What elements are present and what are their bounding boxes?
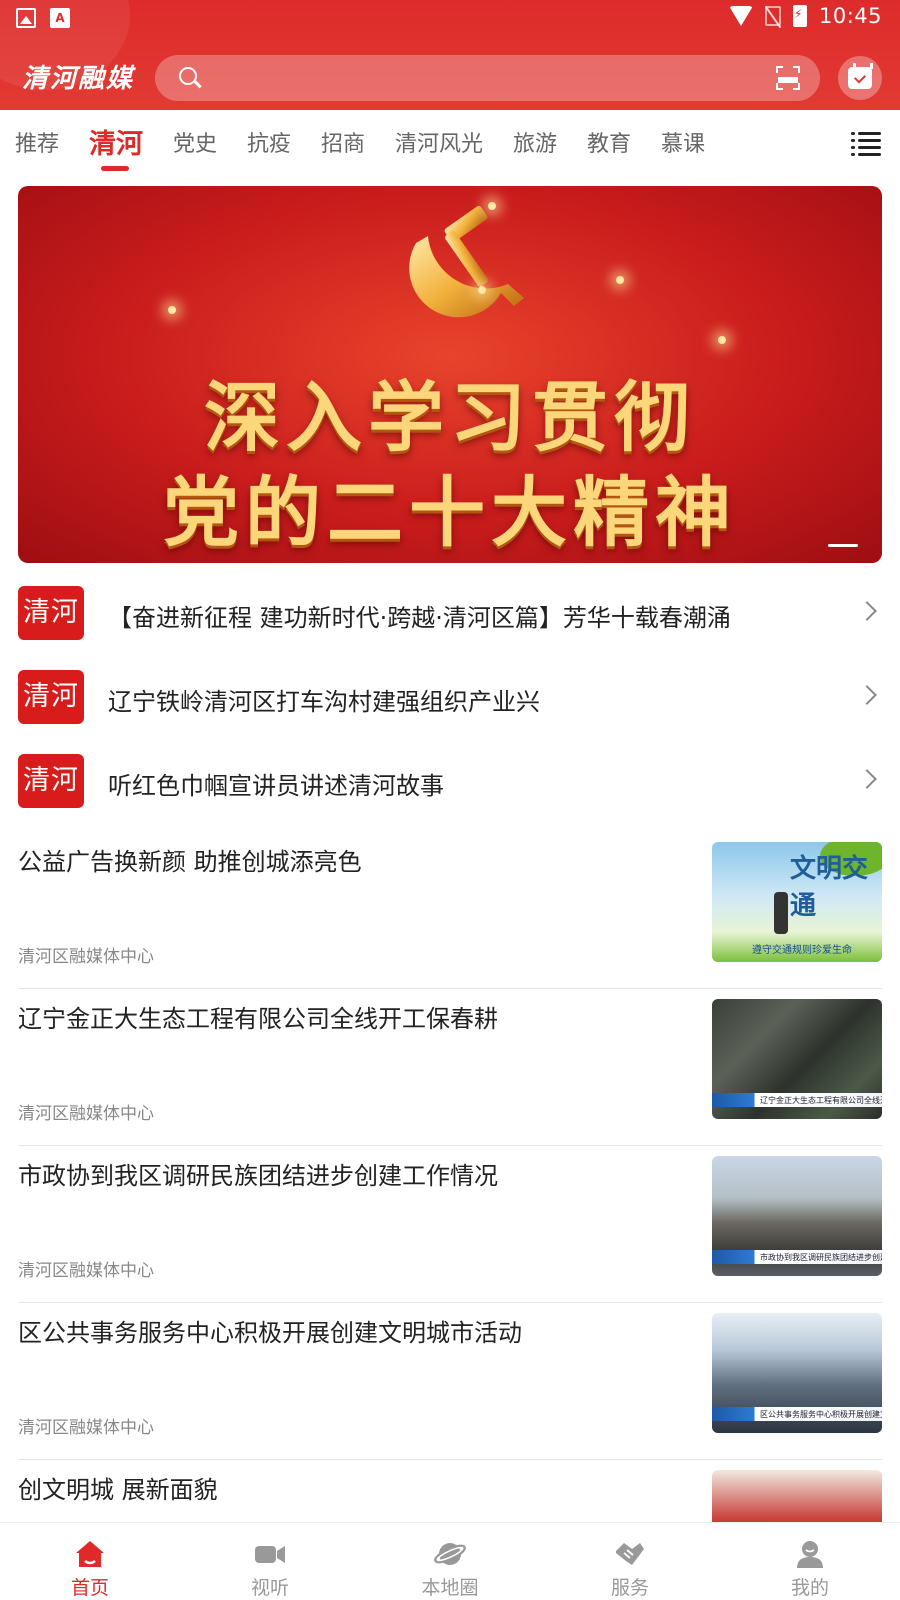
headline-item[interactable]: 清河 【奋进新征程 建功新时代·跨越·清河区篇】芳华十载春潮涌 bbox=[18, 586, 882, 652]
chevron-right-icon bbox=[857, 601, 877, 621]
calendar-button[interactable] bbox=[838, 56, 882, 100]
nav-label: 服务 bbox=[610, 1577, 649, 1599]
nav-label: 视听 bbox=[250, 1577, 289, 1599]
banner-headline-2: 党的二十大精神 bbox=[163, 468, 737, 557]
channel-menu-icon[interactable] bbox=[851, 130, 881, 156]
handshake-icon bbox=[616, 1543, 644, 1565]
user-icon bbox=[797, 1541, 823, 1568]
sparkle bbox=[616, 276, 624, 284]
qinghe-badge: 清河 bbox=[18, 586, 84, 640]
tab-qinghe[interactable]: 清河 bbox=[89, 122, 143, 161]
scan-icon[interactable] bbox=[776, 66, 800, 90]
search-input[interactable] bbox=[211, 63, 751, 93]
news-list-item[interactable]: 辽宁金正大生态工程有限公司全线开工保春耕 清河区融媒体中心 辽宁金正大生态工程有… bbox=[18, 989, 882, 1146]
news-title: 市政协到我区调研民族团结进步创建工作情况 bbox=[18, 1162, 498, 1190]
tv-caption-bar: 辽宁金正大生态工程有限公司全线开工保春耕 bbox=[712, 1093, 882, 1107]
sparkle bbox=[718, 336, 726, 344]
tab-tourism[interactable]: 旅游 bbox=[513, 126, 557, 158]
carousel-indicator bbox=[828, 544, 858, 547]
traffic-light-icon bbox=[774, 892, 788, 934]
status-time: 10:45 bbox=[818, 4, 882, 28]
battery-charging-icon bbox=[792, 5, 807, 27]
sparkle bbox=[478, 286, 486, 294]
gallery-notification-icon bbox=[16, 8, 36, 28]
headline-item[interactable]: 清河 听红色巾帼宣讲员讲述清河故事 bbox=[18, 754, 882, 820]
video-camera-icon bbox=[255, 1546, 285, 1563]
app-header: A 10:45 清河融媒 bbox=[0, 0, 900, 110]
document-notification-icon: A bbox=[50, 8, 70, 28]
hammer-sickle-emblem-icon bbox=[409, 206, 524, 318]
tv-caption-bar: 市政协到我区调研民族团结进步创建工作情况 bbox=[712, 1250, 882, 1264]
news-source: 清河区融媒体中心 bbox=[18, 947, 154, 967]
promo-banner[interactable]: 深入学习贯彻 党的二十大精神 bbox=[18, 186, 882, 563]
tab-anti-epidemic[interactable]: 抗疫 bbox=[247, 126, 291, 158]
headline-item[interactable]: 清河 辽宁铁岭清河区打车沟村建强组织产业兴 bbox=[18, 670, 882, 736]
thumbnail-caption: 市政协到我区调研民族团结进步创建工作情况 bbox=[760, 1253, 882, 1262]
headline-title: 听红色巾帼宣讲员讲述清河故事 bbox=[108, 772, 444, 800]
news-title: 创文明城 展新面貌 bbox=[18, 1476, 218, 1504]
tab-scenery[interactable]: 清河风光 bbox=[395, 126, 483, 158]
category-tabs: 推荐 清河 党史 抗疫 招商 清河风光 旅游 教育 慕课 bbox=[0, 110, 900, 176]
chevron-right-icon bbox=[857, 685, 877, 705]
tab-investment[interactable]: 招商 bbox=[321, 126, 365, 158]
nav-label: 首页 bbox=[70, 1577, 109, 1599]
nav-local[interactable]: 本地圈 bbox=[360, 1523, 540, 1600]
nav-label: 本地圈 bbox=[421, 1577, 479, 1599]
tab-mooc[interactable]: 慕课 bbox=[661, 126, 705, 158]
news-title: 辽宁金正大生态工程有限公司全线开工保春耕 bbox=[18, 1005, 498, 1033]
wifi-icon bbox=[728, 6, 753, 26]
news-thumbnail: 市政协到我区调研民族团结进步创建工作情况 bbox=[712, 1156, 882, 1276]
bottom-navigation: 首页 视听 本地圈 服务 我的 bbox=[0, 1522, 900, 1600]
news-source: 清河区融媒体中心 bbox=[18, 1104, 154, 1124]
no-sim-icon bbox=[764, 6, 781, 26]
headline-title: 【奋进新征程 建功新时代·跨越·清河区篇】芳华十载春潮涌 bbox=[108, 604, 731, 632]
thumbnail-caption: 区公共事务服务中心积极开展创建文明城市活动 bbox=[760, 1410, 882, 1419]
sparkle bbox=[168, 306, 176, 314]
active-tab-indicator bbox=[101, 166, 129, 171]
news-source: 清河区融媒体中心 bbox=[18, 1418, 154, 1438]
nav-label: 我的 bbox=[790, 1577, 829, 1599]
tab-party-history[interactable]: 党史 bbox=[173, 126, 217, 158]
banner-headline-1: 深入学习贯彻 bbox=[204, 373, 696, 462]
thumbnail-caption: 辽宁金正大生态工程有限公司全线开工保春耕 bbox=[760, 1096, 882, 1105]
nav-video[interactable]: 视听 bbox=[180, 1523, 360, 1600]
news-list-item[interactable]: 市政协到我区调研民族团结进步创建工作情况 清河区融媒体中心 市政协到我区调研民族… bbox=[18, 1146, 882, 1303]
thumbnail-heading: 文明交通 bbox=[790, 854, 869, 921]
news-title: 区公共事务服务中心积极开展创建文明城市活动 bbox=[18, 1319, 522, 1347]
headline-title: 辽宁铁岭清河区打车沟村建强组织产业兴 bbox=[108, 688, 540, 716]
thumbnail-caption: 遵守交通规则珍爱生命 bbox=[752, 945, 852, 956]
news-thumbnail: 文明交通 遵守交通规则珍爱生命 bbox=[712, 842, 882, 962]
search-icon bbox=[179, 67, 197, 85]
qinghe-badge: 清河 bbox=[18, 754, 84, 808]
nav-services[interactable]: 服务 bbox=[540, 1523, 720, 1600]
nav-home[interactable]: 首页 bbox=[0, 1523, 180, 1600]
search-bar[interactable] bbox=[155, 55, 820, 101]
news-list-item[interactable]: 公益广告换新颜 助推创城添亮色 清河区融媒体中心 文明交通 遵守交通规则珍爱生命 bbox=[18, 832, 882, 989]
news-title: 公益广告换新颜 助推创城添亮色 bbox=[18, 848, 362, 876]
planet-icon bbox=[434, 1543, 466, 1565]
nav-profile[interactable]: 我的 bbox=[720, 1523, 900, 1600]
home-icon bbox=[76, 1541, 104, 1567]
tab-recommend[interactable]: 推荐 bbox=[15, 126, 59, 158]
news-thumbnail: 辽宁金正大生态工程有限公司全线开工保春耕 bbox=[712, 999, 882, 1119]
status-bar: A 10:45 bbox=[0, 0, 900, 38]
calendar-check-icon bbox=[848, 63, 873, 89]
news-source: 清河区融媒体中心 bbox=[18, 1261, 154, 1281]
news-list-item[interactable]: 区公共事务服务中心积极开展创建文明城市活动 清河区融媒体中心 区公共事务服务中心… bbox=[18, 1303, 882, 1460]
tab-education[interactable]: 教育 bbox=[587, 126, 631, 158]
app-logo: 清河融媒 bbox=[22, 64, 135, 94]
sparkle bbox=[488, 202, 496, 210]
chevron-right-icon bbox=[857, 769, 877, 789]
tv-caption-bar: 区公共事务服务中心积极开展创建文明城市活动 bbox=[712, 1407, 882, 1421]
news-thumbnail: 区公共事务服务中心积极开展创建文明城市活动 bbox=[712, 1313, 882, 1433]
qinghe-badge: 清河 bbox=[18, 670, 84, 724]
